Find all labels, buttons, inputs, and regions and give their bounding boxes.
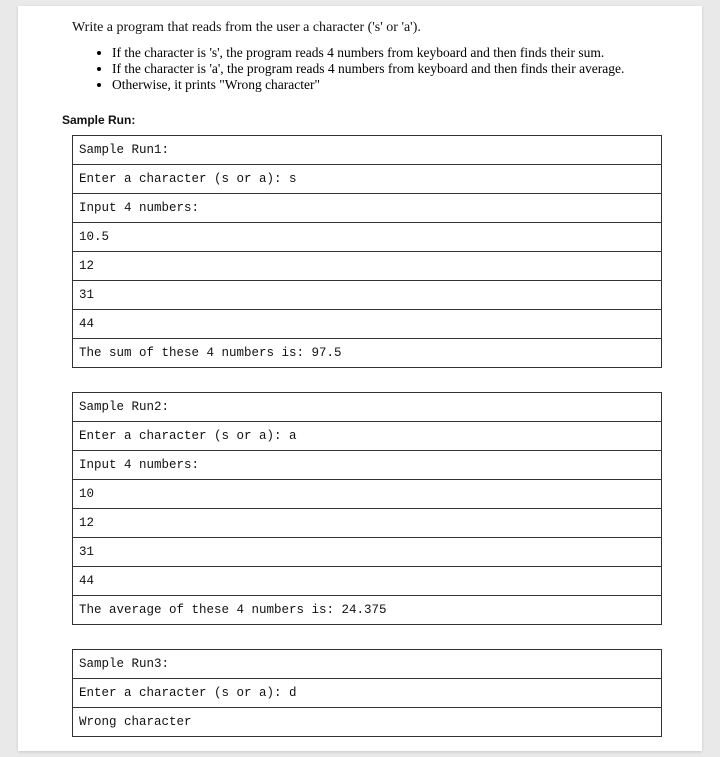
run1-number-2: 12 xyxy=(73,251,662,280)
sample-run-1-table: Sample Run1: Enter a character (s or a):… xyxy=(72,135,662,368)
run1-result: The sum of these 4 numbers is: 97.5 xyxy=(73,338,662,367)
run1-prompt: Enter a character (s or a): s xyxy=(73,164,662,193)
bullet-item: If the character is 'a', the program rea… xyxy=(112,62,662,77)
run2-number-3: 31 xyxy=(73,537,662,566)
document-page: Write a program that reads from the user… xyxy=(18,6,702,751)
run2-number-1: 10 xyxy=(73,479,662,508)
sample-run-2-table: Sample Run2: Enter a character (s or a):… xyxy=(72,392,662,625)
run3-prompt: Enter a character (s or a): d xyxy=(73,678,662,707)
requirement-bullets: If the character is 's', the program rea… xyxy=(72,46,662,93)
run1-number-1: 10.5 xyxy=(73,222,662,251)
run2-input-label: Input 4 numbers: xyxy=(73,450,662,479)
run2-title: Sample Run2: xyxy=(73,392,662,421)
bullet-item: If the character is 's', the program rea… xyxy=(112,46,662,61)
intro-text: Write a program that reads from the user… xyxy=(72,20,662,36)
run1-number-3: 31 xyxy=(73,280,662,309)
run2-prompt: Enter a character (s or a): a xyxy=(73,421,662,450)
run1-input-label: Input 4 numbers: xyxy=(73,193,662,222)
bullet-item: Otherwise, it prints "Wrong character" xyxy=(112,78,662,93)
run1-number-4: 44 xyxy=(73,309,662,338)
sample-run-heading: Sample Run: xyxy=(62,113,662,127)
run1-title: Sample Run1: xyxy=(73,135,662,164)
run2-number-4: 44 xyxy=(73,566,662,595)
sample-run-3-table: Sample Run3: Enter a character (s or a):… xyxy=(72,649,662,737)
run3-result: Wrong character xyxy=(73,707,662,736)
run3-title: Sample Run3: xyxy=(73,649,662,678)
run2-number-2: 12 xyxy=(73,508,662,537)
run2-result: The average of these 4 numbers is: 24.37… xyxy=(73,595,662,624)
